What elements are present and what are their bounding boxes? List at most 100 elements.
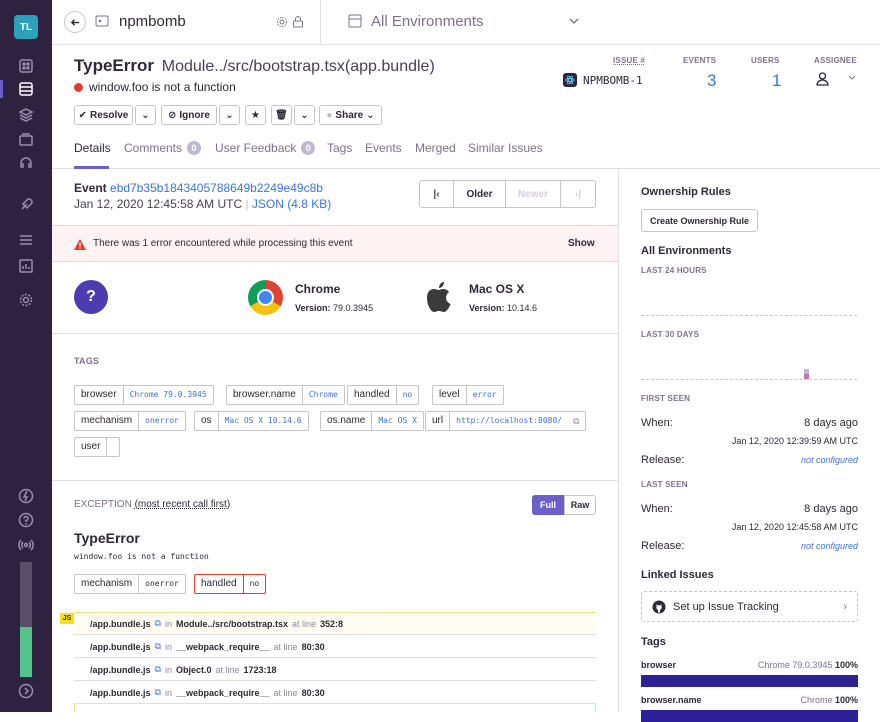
ignore-dropdown[interactable]: ⌄ [219,105,240,125]
processing-error-banner: There was 1 error encountered while proc… [52,225,618,262]
user-feedback-icon[interactable] [17,156,35,174]
user-icon[interactable] [815,71,830,86]
issues-icon[interactable] [17,80,35,98]
full-toggle[interactable]: Full [532,495,564,515]
stack-frame[interactable]: /app.bundle.js ⧉ in Module../src/bootstrap.… [74,613,596,635]
older-button[interactable]: Older [454,181,506,207]
external-link-icon[interactable]: ⧉ [155,687,161,698]
tag-value[interactable]: http://localhost:8080/ [450,412,568,430]
tag-value[interactable]: onerror [139,412,185,430]
tag-mechanism[interactable]: mechanism onerror [74,411,186,431]
tab-comments[interactable]: Comments 0 [124,141,202,155]
tab-user-feedback[interactable]: User Feedback 0 [215,141,316,155]
help-icon[interactable] [17,511,35,529]
os-name: Mac OS X [469,282,525,296]
tag-dist-bar[interactable] [641,675,858,687]
stack-frame[interactable]: /app.bundle.js ⧉ in Object.0 at line 1723:18 [74,659,596,681]
tab-details[interactable]: Details [74,141,111,155]
show-errors-button[interactable]: Show [568,238,595,249]
delete-dropdown[interactable]: ⌄ [294,105,315,125]
performance-icon[interactable] [17,106,35,124]
frame-in-label: in [164,618,172,629]
frame-in-label: in [164,641,172,652]
tag-dist-key: browser.name [641,695,702,705]
stack-frame[interactable]: /app.bundle.js ⧉ in __webpack_require__ at l… [74,682,596,704]
setup-issue-tracking-button[interactable]: Set up Issue Tracking › [641,591,858,622]
chevron-down-icon[interactable] [848,75,856,81]
tab-merged[interactable]: Merged [415,141,456,155]
stats-icon[interactable] [17,257,35,275]
stack-frame[interactable]: /app.bundle.js ⧉ in __webpack_require__ at l… [74,636,596,658]
gear-icon[interactable] [276,16,288,28]
bookmark-button[interactable]: ★ [245,105,266,125]
tag-value[interactable]: Chrome 79.0.3945 [124,386,213,404]
events-count[interactable]: 3 [707,71,716,91]
tags-heading: TAGS [74,356,100,366]
tag-value[interactable] [107,438,119,456]
share-button[interactable]: ● Share ⌄ [319,105,382,125]
collapse-icon[interactable] [17,682,35,700]
raw-toggle[interactable]: Raw [564,495,596,515]
events-label: EVENTS [683,56,717,65]
chevron-down-icon[interactable] [569,18,579,25]
delete-button[interactable]: 🗑 [271,105,292,125]
tag-dist-key: browser [641,660,677,670]
org-avatar[interactable]: TL [14,15,38,39]
project-name[interactable]: npmbomb [119,13,186,30]
external-link-icon[interactable]: ⧉ [155,618,161,629]
settings-icon[interactable] [17,291,35,309]
tag-value[interactable]: no [397,386,419,404]
broadcast-icon[interactable] [17,536,35,554]
external-link-icon[interactable]: ⧉ [155,641,161,652]
resolve-dropdown[interactable]: ⌄ [135,105,156,125]
external-link-icon[interactable]: ⧉ [568,412,584,430]
lock-icon[interactable] [292,15,304,28]
error-type: TypeError [74,56,154,75]
handled-tag[interactable]: handled no [194,574,267,594]
json-link[interactable]: JSON (4.8 KB) [252,197,331,211]
back-button[interactable] [64,11,86,33]
tag-key: browser [75,386,124,404]
projects-icon[interactable] [17,57,35,75]
event-id[interactable]: ebd7b35b1843405788649b2249e49c8b [110,181,323,195]
tag-value[interactable]: Mac OS X [372,412,423,430]
external-link-icon[interactable]: ⧉ [155,664,161,675]
ignore-button[interactable]: ⊘ Ignore [161,105,217,125]
tab-events[interactable]: Events [365,141,402,155]
environment-selector[interactable]: All Environments [371,13,484,30]
rocket-icon[interactable] [17,196,35,214]
last-release-link[interactable]: not configured [801,541,858,551]
tag-browser[interactable]: browser Chrome 79.0.3945 [74,385,214,405]
resolve-button[interactable]: ✔ Resolve [74,105,133,125]
tag-value[interactable]: Mac OS X 10.14.6 [219,412,308,430]
users-count[interactable]: 1 [772,71,781,91]
tag-os-name[interactable]: os.name Mac OS X [320,411,424,431]
chrome-icon [248,280,283,315]
short-id[interactable]: NPMBOMB-1 [583,74,643,87]
tag-level[interactable]: level error [432,385,504,405]
tag-dist-value: Chrome 100% [800,695,858,705]
mechanism-tag[interactable]: mechanism onerror [74,574,186,594]
tag-url[interactable]: url http://localhost:8080/⧉ [425,411,586,431]
tag-dist-percent: 100% [834,695,858,705]
first-seen-label: FIRST SEEN [641,394,691,403]
exception-value: window.foo is not a function [74,552,209,561]
tag-browser-name[interactable]: browser.name Chrome [226,385,345,405]
tag-value[interactable]: Chrome [303,386,344,404]
releases-icon[interactable] [17,130,35,148]
activity-icon[interactable] [17,231,35,249]
tag-value[interactable]: error [467,386,503,404]
lightning-icon[interactable] [17,487,35,505]
frame-filename: /app.bundle.js [90,687,151,698]
tag-os[interactable]: os Mac OS X 10.14.6 [194,411,309,431]
oldest-button[interactable]: |‹ [420,181,454,207]
first-release-link[interactable]: not configured [801,455,858,465]
tag-handled[interactable]: handled no [347,385,420,405]
last-when-label: When: [641,503,673,515]
newest-button[interactable]: ›| [561,181,595,207]
tab-tags[interactable]: Tags [327,141,352,155]
tab-similar-issues[interactable]: Similar Issues [468,141,543,155]
create-ownership-rule-button[interactable]: Create Ownership Rule [641,209,758,232]
tag-user[interactable]: user [74,437,121,457]
newer-button[interactable]: Newer [506,181,561,207]
